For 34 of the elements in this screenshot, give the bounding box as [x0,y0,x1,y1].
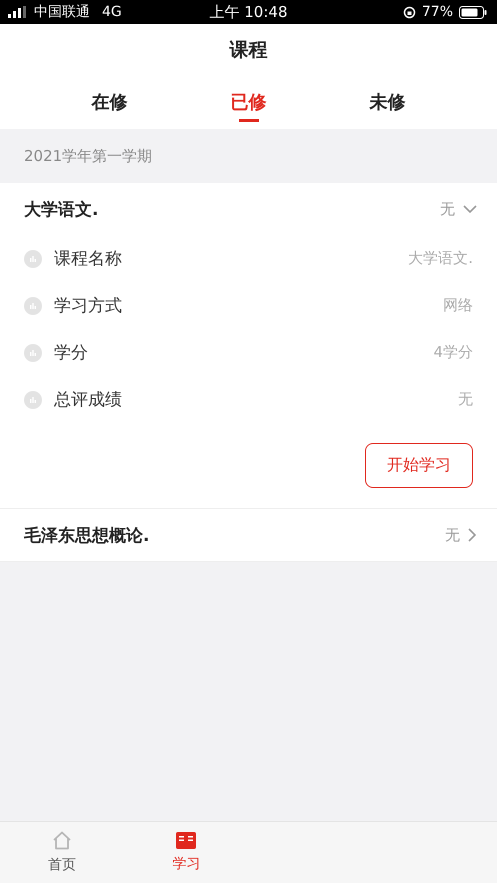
detail-value: 大学语文. [408,249,473,268]
chart-icon [24,250,42,268]
nav-tab[interactable]: 学习 [124,822,248,883]
battery-text: 77% [422,4,453,20]
book-icon [176,832,196,849]
detail-label: 总评成绩 [54,389,123,411]
course-grade: 无 [440,200,455,218]
detail-value: 4学分 [433,343,473,362]
page-title: 课程 [230,38,268,62]
time-text: 上午 10:48 [210,2,288,22]
chart-icon [24,390,42,408]
course-name: 毛泽东思想概论. [24,524,150,546]
detail-label: 学习方式 [54,295,123,317]
signal-icon [8,6,28,18]
semester-heading: 2021学年第一学期 [24,146,152,166]
chart-icon [24,344,42,362]
course-grade: 无 [445,526,460,544]
rotation-lock-icon [402,6,416,18]
detail-value: 网络 [443,296,473,315]
detail-label: 课程名称 [54,248,123,270]
chart-icon [24,296,42,314]
course-header[interactable]: 大学语文. 无 [0,183,497,235]
network-text: 4G [102,4,122,20]
tab[interactable]: 在修 [88,75,132,129]
start-study-button[interactable]: 开始学习 [365,443,473,488]
battery-icon [459,6,487,18]
tab[interactable]: 未修 [366,75,410,129]
course-name: 大学语文. [24,198,100,220]
nav-tab[interactable]: 首页 [0,822,124,883]
detail-value: 无 [458,390,473,409]
detail-label: 学分 [54,342,89,364]
home-icon [52,831,72,850]
course-header[interactable]: 毛泽东思想概论. 无 [0,509,497,561]
carrier-text: 中国联通 [34,3,90,21]
